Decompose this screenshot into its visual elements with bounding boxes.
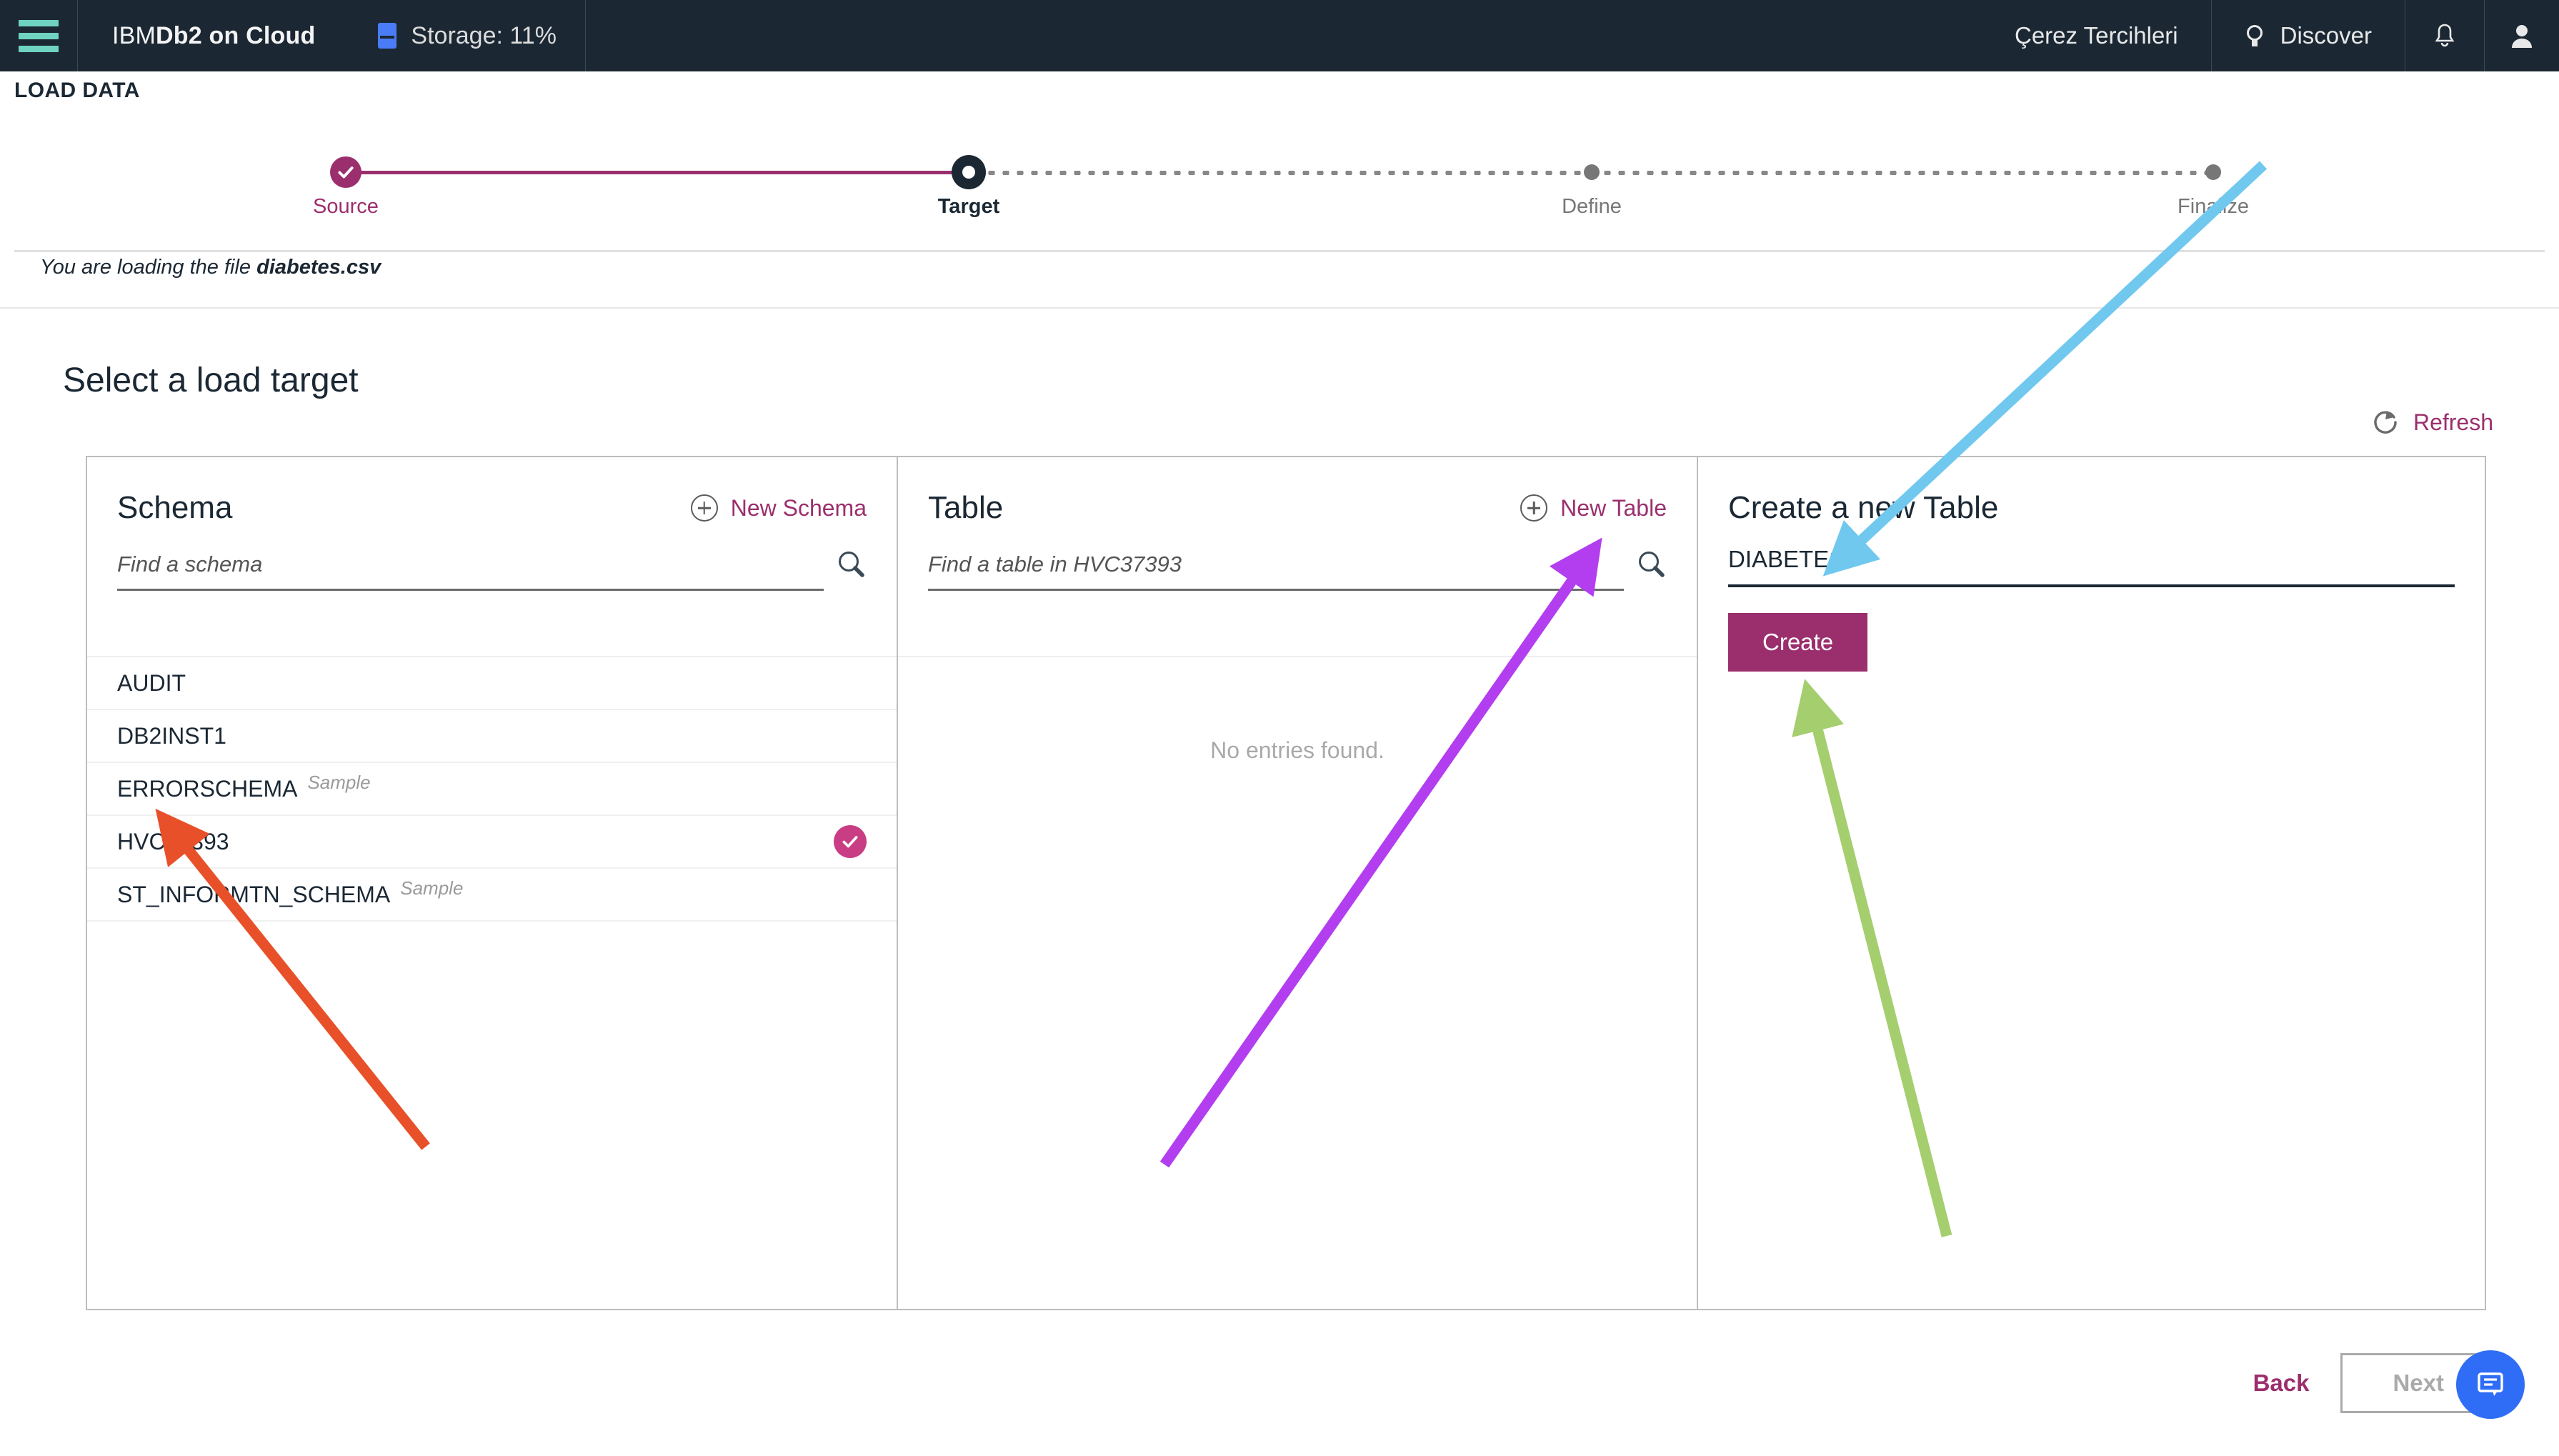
schema-name: HVC37393: [117, 829, 229, 855]
schema-list-item[interactable]: AUDIT: [87, 657, 897, 710]
create-table-title: Create a new Table: [1698, 457, 2485, 526]
create-table-name-input[interactable]: [1728, 546, 2455, 587]
brand-name: Db2 on Cloud: [156, 22, 315, 50]
storage-label: Storage: 11%: [411, 22, 557, 50]
schema-search-row: [117, 549, 867, 591]
app-brand[interactable]: IBM Db2 on Cloud: [78, 0, 349, 71]
step-current-icon: [952, 155, 986, 189]
plus-circle-icon: [1520, 494, 1547, 522]
table-list-top-divider: [898, 656, 1697, 657]
search-icon[interactable]: [835, 549, 867, 591]
refresh-button[interactable]: Refresh: [2370, 407, 2493, 437]
table-search-input[interactable]: [928, 552, 1624, 591]
page-title: Select a load target: [63, 361, 359, 400]
table-panel: Table New Table No entries found.: [898, 457, 1698, 1309]
stepper-label-target: Target: [819, 195, 1119, 219]
database-icon: [378, 23, 396, 49]
storage-indicator[interactable]: Storage: 11%: [349, 0, 585, 71]
schema-search-input[interactable]: [117, 552, 824, 591]
create-table-input-wrap: [1728, 546, 2455, 587]
loading-file-prefix: You are loading the file: [40, 256, 256, 279]
step-future-icon: [2205, 164, 2221, 180]
stepper-label-finalize: Finalize: [2063, 195, 2363, 219]
create-button[interactable]: Create: [1728, 613, 1867, 672]
discover-label: Discover: [2280, 22, 2372, 49]
schema-sample-tag: Sample: [400, 877, 463, 899]
check-icon: [336, 163, 355, 181]
step-done-icon: [330, 156, 361, 188]
check-icon: [841, 832, 859, 851]
cookie-preferences-button[interactable]: Çerez Tercihleri: [1982, 0, 2211, 71]
refresh-label: Refresh: [2413, 409, 2493, 436]
schema-list-item[interactable]: DB2INST1: [87, 710, 897, 763]
notification-bell-icon: [2433, 22, 2457, 49]
load-target-panels: Schema New Schema AUDIT: [86, 456, 2486, 1310]
schema-panel: Schema New Schema AUDIT: [87, 457, 898, 1309]
main-divider: [0, 307, 2559, 309]
loading-file-note: You are loading the file diabetes.csv: [40, 256, 381, 279]
table-search-row: [928, 549, 1667, 591]
plus-circle-icon: [691, 494, 718, 522]
new-schema-button[interactable]: New Schema: [691, 494, 867, 522]
refresh-icon: [2370, 407, 2400, 437]
user-avatar-icon: [2509, 22, 2535, 49]
schema-list-item[interactable]: ST_INFORMTN_SCHEMA Sample: [87, 869, 897, 922]
schema-list-item-selected[interactable]: HVC37393: [87, 816, 897, 869]
notifications-button[interactable]: [2405, 0, 2484, 71]
new-table-label: New Table: [1560, 495, 1667, 522]
note-divider: [14, 250, 2545, 252]
schema-name: AUDIT: [117, 670, 186, 697]
brand-prefix: IBM: [112, 22, 156, 50]
top-navigation-bar: IBM Db2 on Cloud Storage: 11% Çerez Terc…: [0, 0, 2559, 71]
schema-panel-title: Schema: [117, 490, 232, 526]
stepper-step-finalize[interactable]: Finalize: [2063, 154, 2363, 219]
schema-list: AUDIT DB2INST1 ERRORSCHEMA Sample HVC373…: [87, 657, 897, 922]
schema-name: ST_INFORMTN_SCHEMA: [117, 882, 390, 908]
app-page: IBM Db2 on Cloud Storage: 11% Çerez Terc…: [0, 0, 2559, 1456]
stepper-label-define: Define: [1442, 195, 1742, 219]
schema-name: ERRORSCHEMA: [117, 776, 297, 802]
table-panel-header: Table New Table: [898, 457, 1697, 526]
table-empty-message: No entries found.: [898, 737, 1697, 764]
user-account-button[interactable]: [2485, 0, 2559, 71]
selected-check-badge: [834, 825, 867, 858]
loading-file-name: diabetes.csv: [256, 256, 381, 279]
discover-button[interactable]: Discover: [2212, 0, 2405, 71]
stepper-step-target[interactable]: Target: [819, 154, 1119, 219]
step-future-icon: [1584, 164, 1600, 180]
search-icon[interactable]: [1635, 549, 1667, 591]
chat-support-button[interactable]: [2456, 1350, 2525, 1419]
stepper-step-define[interactable]: Define: [1442, 154, 1742, 219]
table-panel-title: Table: [928, 490, 1003, 526]
stepper-label-source: Source: [196, 195, 496, 219]
wizard-stepper: Source Target Define Finalize: [0, 154, 2559, 239]
chat-bubble-icon: [2473, 1367, 2508, 1402]
back-button[interactable]: Back: [2253, 1370, 2310, 1397]
create-table-panel: Create a new Table Create: [1698, 457, 2485, 1309]
nav-spacer: [586, 0, 1982, 71]
new-schema-label: New Schema: [731, 495, 867, 522]
cookie-preferences-label: Çerez Tercihleri: [2015, 22, 2178, 49]
page-module-title: LOAD DATA: [14, 79, 140, 103]
schema-sample-tag: Sample: [307, 772, 370, 794]
lightbulb-icon: [2245, 24, 2265, 48]
stepper-step-source[interactable]: Source: [196, 154, 496, 219]
schema-list-item[interactable]: ERRORSCHEMA Sample: [87, 763, 897, 816]
new-table-button[interactable]: New Table: [1520, 494, 1667, 522]
schema-panel-header: Schema New Schema: [87, 457, 897, 526]
hamburger-menu-icon[interactable]: [0, 0, 77, 71]
schema-name: DB2INST1: [117, 723, 226, 749]
